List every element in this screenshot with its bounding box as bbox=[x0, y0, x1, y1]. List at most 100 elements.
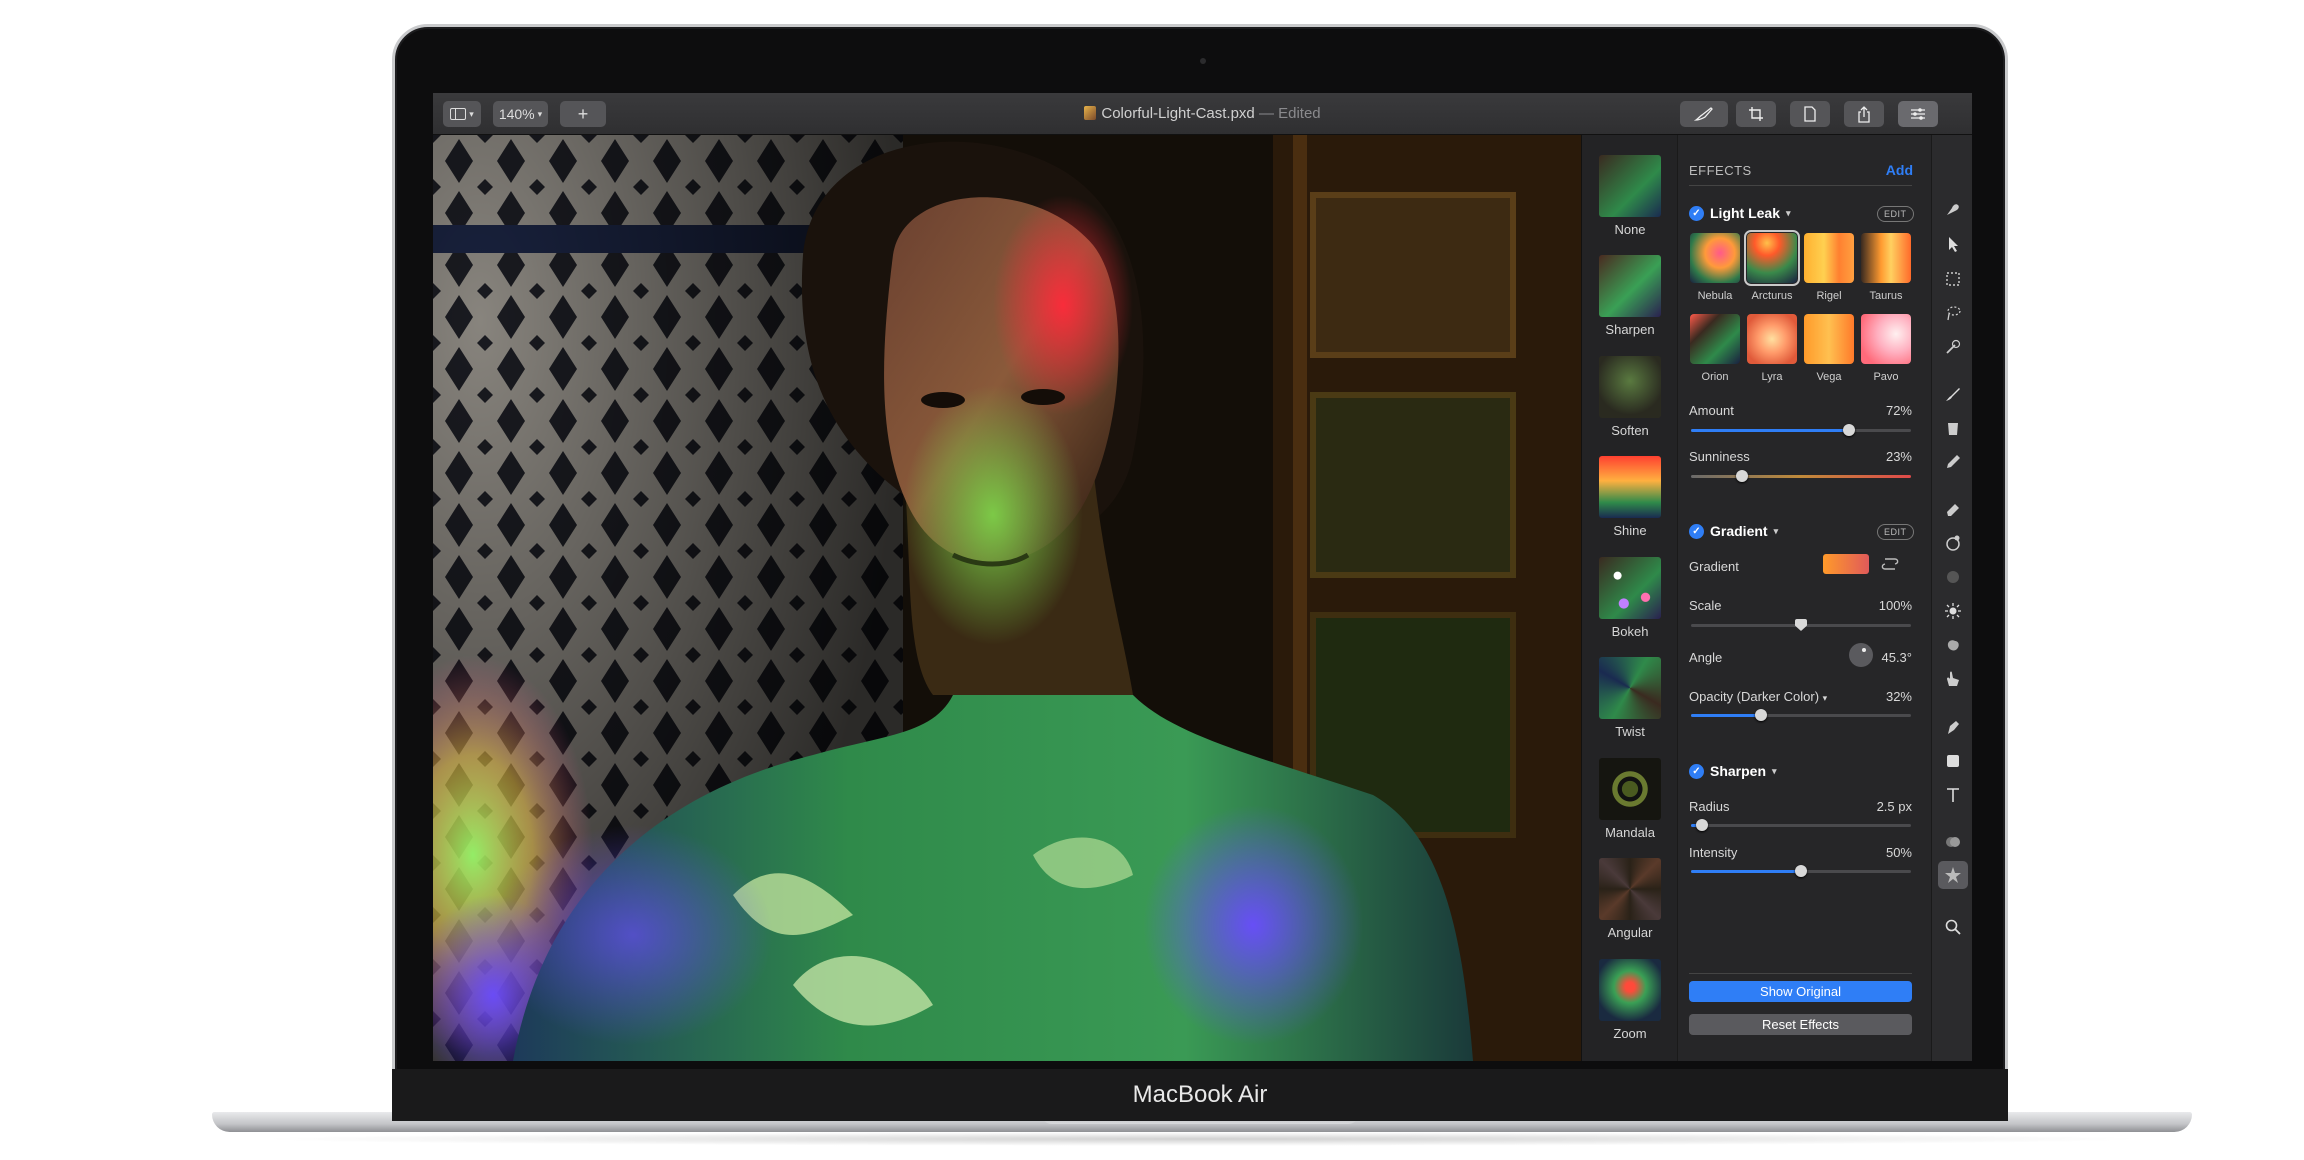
sunniness-slider[interactable] bbox=[1691, 470, 1911, 482]
radius-value[interactable]: 2.5 px bbox=[1833, 799, 1912, 814]
document-icon bbox=[1804, 106, 1816, 122]
gradient-edit-button[interactable]: EDIT bbox=[1877, 524, 1914, 540]
light-leak-style-taurus[interactable] bbox=[1861, 233, 1911, 283]
opacity-slider[interactable] bbox=[1691, 709, 1911, 721]
gradient-label: Gradient bbox=[1689, 559, 1739, 574]
preset-item-shine[interactable]: Shine bbox=[1582, 456, 1678, 538]
preset-thumbnail bbox=[1599, 858, 1661, 920]
image-canvas[interactable] bbox=[433, 135, 1581, 1061]
pencil-tool[interactable] bbox=[1938, 448, 1968, 476]
zoom-tool[interactable] bbox=[1938, 913, 1968, 941]
blur-tool[interactable] bbox=[1938, 563, 1968, 591]
intensity-value[interactable]: 50% bbox=[1833, 845, 1912, 860]
reset-effects-button[interactable]: Reset Effects bbox=[1689, 1014, 1912, 1035]
preset-item-angular[interactable]: Angular bbox=[1582, 858, 1678, 940]
light-leak-style-pavo[interactable] bbox=[1861, 314, 1911, 364]
document-thumbnail-icon bbox=[1084, 106, 1097, 120]
preset-item-zoom[interactable]: Zoom bbox=[1582, 959, 1678, 1041]
magic-wand-tool[interactable] bbox=[1938, 333, 1968, 361]
amount-slider[interactable] bbox=[1691, 424, 1911, 436]
checkmark-icon[interactable]: ✓ bbox=[1689, 763, 1704, 779]
style-label: Pavo bbox=[1873, 371, 1899, 383]
light-leak-style-orion[interactable] bbox=[1690, 314, 1740, 364]
finger-tool[interactable] bbox=[1938, 665, 1968, 693]
light-leak-style-rigel[interactable] bbox=[1804, 233, 1854, 283]
angle-value[interactable]: 45.3° bbox=[1853, 650, 1912, 665]
amount-label: Amount bbox=[1689, 403, 1734, 418]
show-original-button[interactable]: Show Original bbox=[1689, 981, 1912, 1002]
preset-item-sharpen[interactable]: Sharpen bbox=[1582, 255, 1678, 337]
swap-gradient-button[interactable] bbox=[1879, 555, 1901, 578]
light-leak-style-arcturus[interactable] bbox=[1744, 230, 1800, 286]
product-photo: MacBook Air ▾ 140% ▾ + Colorful-Light-Cas… bbox=[0, 0, 2304, 1160]
clone-icon bbox=[1946, 535, 1960, 551]
brush-tool-button[interactable] bbox=[1680, 101, 1728, 127]
zoom-icon bbox=[1945, 919, 1961, 935]
opacity-label[interactable]: Opacity (Darker Color) ▾ bbox=[1689, 689, 1827, 704]
effects-tool[interactable] bbox=[1938, 861, 1968, 889]
intensity-slider[interactable] bbox=[1691, 865, 1911, 877]
adjustments-button[interactable] bbox=[1898, 101, 1938, 127]
marquee-tool[interactable] bbox=[1938, 265, 1968, 293]
preset-item-mandala[interactable]: Mandala bbox=[1582, 758, 1678, 840]
preset-thumbnail bbox=[1599, 255, 1661, 317]
checkmark-icon[interactable]: ✓ bbox=[1689, 205, 1704, 221]
preset-item-twist[interactable]: Twist bbox=[1582, 657, 1678, 739]
pointer-tool[interactable] bbox=[1938, 230, 1968, 258]
bucket-icon bbox=[1948, 423, 1958, 435]
smudge-icon bbox=[1947, 204, 1959, 215]
lasso-tool[interactable] bbox=[1938, 299, 1968, 327]
sharpen-section-header[interactable]: ✓ Sharpen ▾ bbox=[1689, 763, 1777, 779]
preset-thumbnail bbox=[1599, 155, 1661, 217]
amount-value[interactable]: 72% bbox=[1833, 403, 1912, 418]
slider-knob[interactable] bbox=[1735, 470, 1748, 482]
checkmark-icon[interactable]: ✓ bbox=[1689, 523, 1704, 539]
radius-label: Radius bbox=[1689, 799, 1730, 814]
pen-tool[interactable] bbox=[1938, 713, 1968, 741]
color-picker-icon bbox=[1946, 837, 1960, 847]
preset-item-bokeh[interactable]: Bokeh bbox=[1582, 557, 1678, 639]
laptop-chin: MacBook Air bbox=[392, 1069, 2008, 1121]
sunniness-value[interactable]: 23% bbox=[1833, 449, 1912, 464]
preset-item-none[interactable]: None bbox=[1582, 155, 1678, 237]
opacity-value[interactable]: 32% bbox=[1833, 689, 1912, 704]
light-leak-style-vega[interactable] bbox=[1804, 314, 1854, 364]
sponge-tool[interactable] bbox=[1938, 631, 1968, 659]
light-tool[interactable] bbox=[1938, 597, 1968, 625]
gradient-swatch[interactable] bbox=[1823, 554, 1869, 574]
slider-knob[interactable] bbox=[1795, 865, 1807, 877]
text-tool[interactable] bbox=[1938, 781, 1968, 809]
gradient-title: Gradient bbox=[1710, 523, 1768, 539]
brush-tool[interactable] bbox=[1938, 380, 1968, 408]
add-effect-button[interactable]: Add bbox=[1873, 162, 1913, 178]
scale-value[interactable]: 100% bbox=[1833, 598, 1912, 613]
preset-label: Sharpen bbox=[1605, 322, 1655, 337]
color-picker-tool[interactable] bbox=[1938, 827, 1968, 855]
scale-slider[interactable] bbox=[1691, 619, 1911, 631]
clone-tool[interactable] bbox=[1938, 529, 1968, 557]
bucket-tool[interactable] bbox=[1938, 414, 1968, 442]
text-icon bbox=[1947, 788, 1959, 802]
opacity-label-text: Opacity (Darker Color) bbox=[1689, 689, 1820, 704]
gradient-section-header[interactable]: ✓ Gradient ▾ bbox=[1689, 523, 1778, 539]
light-leak-style-lyra[interactable] bbox=[1747, 314, 1797, 364]
crop-button[interactable] bbox=[1736, 101, 1776, 127]
preset-thumbnail bbox=[1599, 557, 1661, 619]
radius-slider[interactable] bbox=[1691, 819, 1911, 831]
preset-thumbnail bbox=[1599, 758, 1661, 820]
divider bbox=[1689, 973, 1912, 974]
marquee-icon bbox=[1946, 272, 1960, 286]
document-button[interactable] bbox=[1790, 101, 1830, 127]
eraser-tool[interactable] bbox=[1938, 495, 1968, 523]
angle-label: Angle bbox=[1689, 650, 1723, 665]
eraser-icon bbox=[1947, 504, 1959, 516]
light-leak-style-nebula[interactable] bbox=[1690, 233, 1740, 283]
share-button[interactable] bbox=[1844, 101, 1884, 127]
light-leak-edit-button[interactable]: EDIT bbox=[1877, 206, 1914, 222]
smudge-tool[interactable] bbox=[1938, 195, 1968, 223]
light-leak-section-header[interactable]: ✓ Light Leak ▾ bbox=[1689, 205, 1791, 221]
preset-item-soften[interactable]: Soften bbox=[1582, 356, 1678, 438]
shape-tool[interactable] bbox=[1938, 747, 1968, 775]
chevron-down-icon: ▾ bbox=[1786, 207, 1791, 218]
slider-knob[interactable] bbox=[1696, 819, 1708, 831]
